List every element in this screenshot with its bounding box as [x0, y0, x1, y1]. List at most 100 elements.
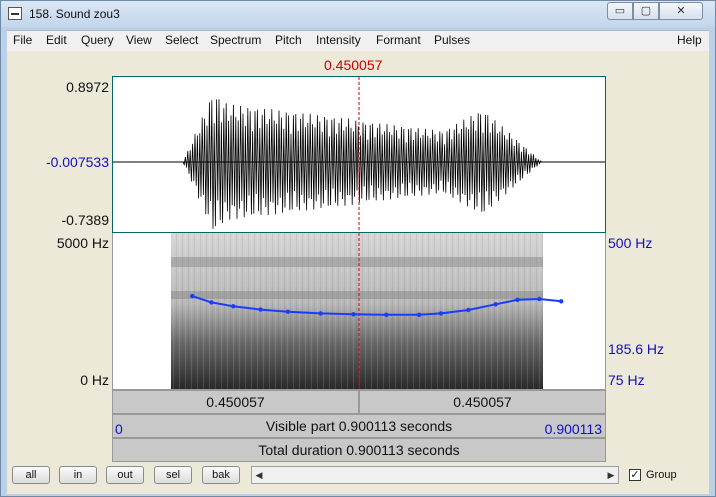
horizontal-scrollbar[interactable]: ◀ ▶ [251, 466, 619, 484]
spectrogram-streak [527, 233, 528, 389]
pitch-point [559, 299, 564, 304]
spectrogram-streak [413, 233, 414, 389]
spectrogram-streak [479, 233, 480, 389]
pitch-point [209, 300, 214, 305]
window-title: 158. Sound zou3 [29, 7, 120, 21]
zoom-all-button[interactable]: all [12, 466, 50, 484]
menu-pitch[interactable]: Pitch [275, 33, 302, 47]
spectrogram-streak [173, 233, 174, 389]
menu-select[interactable]: Select [165, 33, 198, 47]
spectrogram-streak [242, 233, 243, 389]
spectrogram-streak [389, 233, 390, 389]
spectrogram-streak [362, 233, 363, 389]
spectrogram-streak [254, 233, 255, 389]
spectrogram-streak [494, 233, 495, 389]
menu-query[interactable]: Query [81, 33, 114, 47]
visible-part-bar[interactable]: 0 Visible part 0.900113 seconds 0.900113 [112, 414, 606, 438]
waveform-max-label: 0.8972 [66, 79, 109, 95]
spectrogram-streak [296, 233, 297, 389]
spectrogram-streak [245, 233, 246, 389]
spectrogram-streak [248, 233, 249, 389]
spectrogram-streak [440, 233, 441, 389]
spectrogram-streak [356, 233, 357, 389]
minimize-button[interactable]: ▭ [607, 2, 633, 20]
pitch-point [258, 307, 263, 312]
time-segment-left[interactable]: 0.450057 [112, 390, 359, 414]
menu-file[interactable]: File [13, 33, 32, 47]
spectrogram-streak [431, 233, 432, 389]
zoom-out-button[interactable]: out [106, 466, 144, 484]
visible-part-text: Visible part 0.900113 seconds [265, 418, 453, 434]
spectrogram-streak [224, 233, 225, 389]
spectrogram-streak [533, 233, 534, 389]
spectrogram-streak [182, 233, 183, 389]
cursor-time-label: 0.450057 [324, 57, 383, 73]
pitch-point [318, 311, 323, 316]
spectrogram-streak [323, 233, 324, 389]
menu-edit[interactable]: Edit [46, 33, 67, 47]
spectrogram-streak [308, 233, 309, 389]
spectrogram-top-freq-label: 5000 Hz [56, 235, 109, 251]
menu-pulses[interactable]: Pulses [434, 33, 470, 47]
pitch-point [515, 297, 520, 302]
spectrogram-streak [509, 233, 510, 389]
time-segment-right[interactable]: 0.450057 [359, 390, 606, 414]
spectrogram-streak [521, 233, 522, 389]
spectrogram-streak [305, 233, 306, 389]
menu-spectrum[interactable]: Spectrum [210, 33, 261, 47]
spectrogram-streak [311, 233, 312, 389]
group-label: Group [646, 469, 677, 481]
spectrogram-streak [176, 233, 177, 389]
spectrogram-streak [251, 233, 252, 389]
spectrogram-streak [200, 233, 201, 389]
spectrogram-panel[interactable] [112, 233, 606, 390]
spectrogram-streak [302, 233, 303, 389]
spectrogram-streak [377, 233, 378, 389]
spectrogram-streak [392, 233, 393, 389]
waveform-panel[interactable] [112, 76, 606, 233]
group-checkbox[interactable]: ✓ [629, 469, 641, 481]
spectrogram-streak [353, 233, 354, 389]
spectrogram-streak [299, 233, 300, 389]
scroll-right-icon[interactable]: ▶ [604, 467, 618, 483]
spectrogram-streak [542, 233, 543, 389]
spectrogram-streak [239, 233, 240, 389]
visible-end-label: 0.900113 [544, 421, 602, 437]
pitch-point [416, 312, 422, 317]
pitch-point [537, 296, 542, 302]
zoom-back-button[interactable]: bak [202, 466, 240, 484]
menu-help[interactable]: Help [677, 33, 702, 47]
spectrogram-streak [383, 233, 384, 389]
app-icon [8, 7, 22, 20]
waveform-zero-label: -0.007533 [45, 154, 109, 170]
spectrogram-streak [503, 233, 504, 389]
spectrogram-streak [227, 233, 228, 389]
spectrogram-streak [368, 233, 369, 389]
spectrogram-streak [365, 233, 366, 389]
spectrogram-streak [218, 233, 219, 389]
spectrogram-streak [404, 233, 405, 389]
close-button[interactable]: ✕ [659, 2, 703, 20]
spectrogram-streak [536, 233, 537, 389]
menu-intensity[interactable]: Intensity [316, 33, 361, 47]
spectrogram-streak [380, 233, 381, 389]
zoom-sel-button[interactable]: sel [154, 466, 192, 484]
zoom-in-button[interactable]: in [59, 466, 97, 484]
pitch-point [466, 307, 471, 313]
pitch-top-label: 500 Hz [608, 235, 653, 251]
spectrogram-streak [422, 233, 423, 389]
spectrogram-streak [344, 233, 345, 389]
scroll-left-icon[interactable]: ◀ [252, 467, 266, 483]
pitch-point [438, 311, 444, 316]
menu-formant[interactable]: Formant [376, 33, 421, 47]
title-bar[interactable]: 158. Sound zou3 ▭ ▢ ✕ [1, 1, 715, 27]
pitch-point [285, 309, 291, 314]
spectrogram-streak [473, 233, 474, 389]
spectrogram-streak [329, 233, 330, 389]
menu-view[interactable]: View [126, 33, 152, 47]
total-duration-bar[interactable]: Total duration 0.900113 seconds [112, 438, 606, 462]
spectrogram-streak [185, 233, 186, 389]
maximize-button[interactable]: ▢ [633, 2, 659, 20]
spectrogram-bottom-freq-label: 0 Hz [80, 372, 109, 388]
spectrogram-streak [188, 233, 189, 389]
